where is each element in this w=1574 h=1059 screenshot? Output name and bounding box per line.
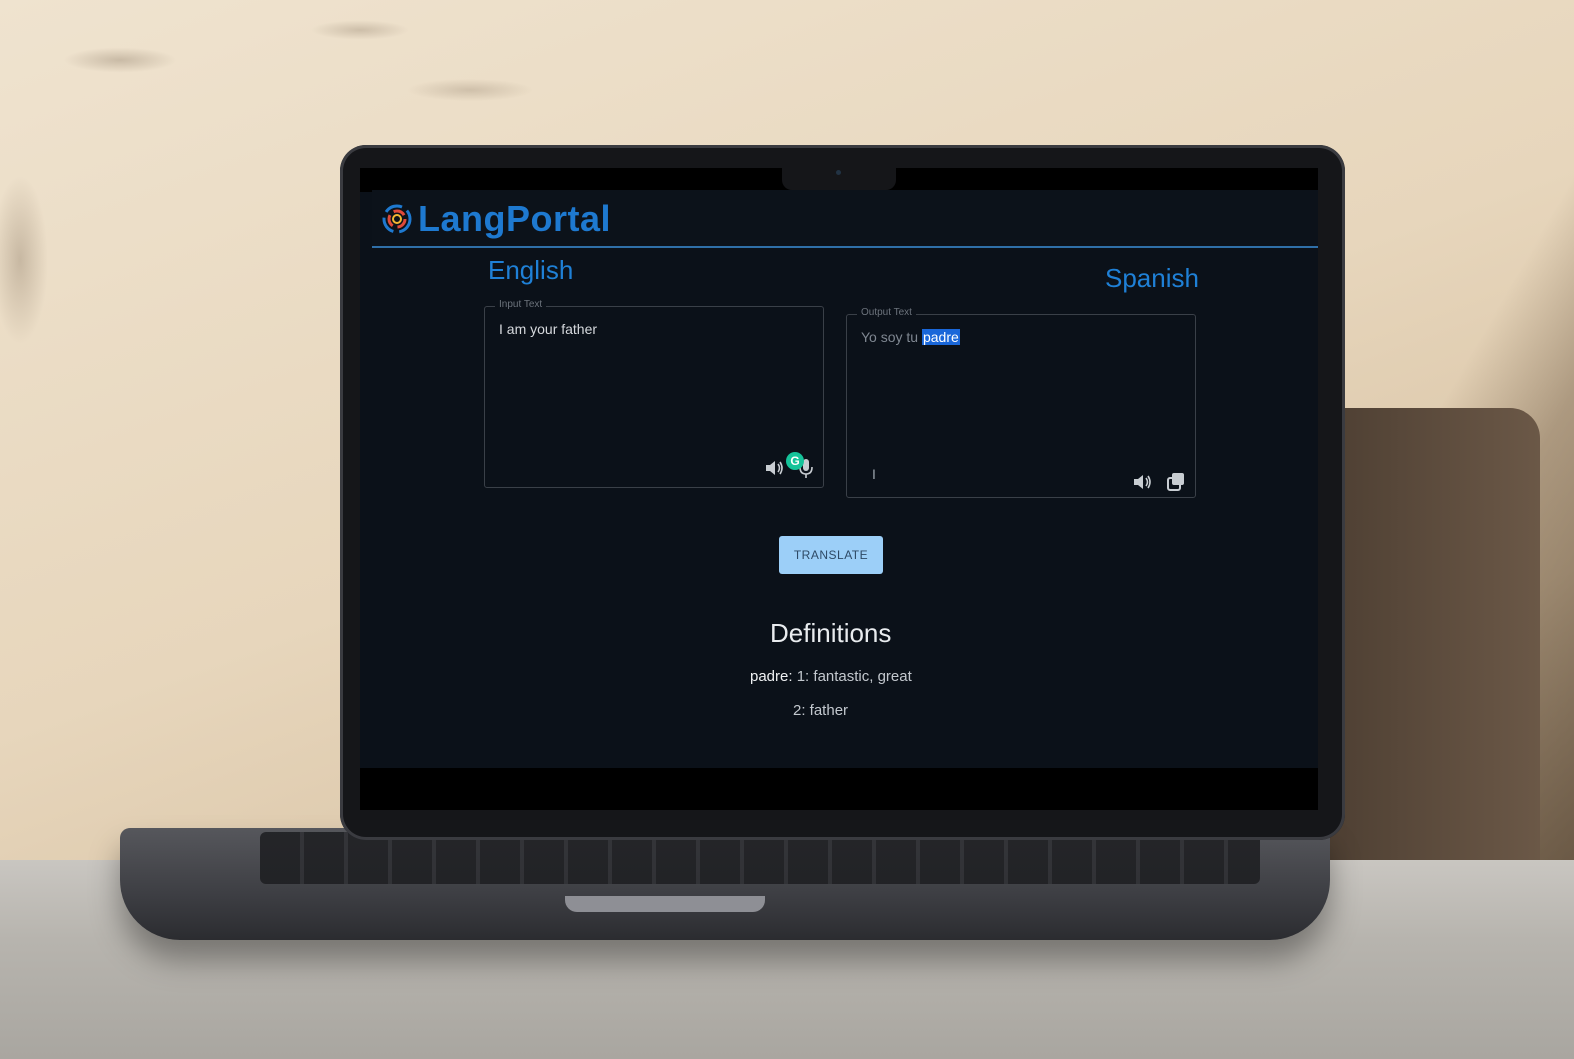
output-text-legend: Output Text: [857, 307, 916, 318]
output-text-selection[interactable]: padre: [921, 329, 960, 345]
logo-icon: [382, 204, 412, 234]
screen-bottom-strip: [360, 768, 1318, 810]
definition-entry: padre: 1: fantastic, great: [750, 668, 912, 685]
input-text-legend: Input Text: [495, 299, 547, 310]
output-text-field[interactable]: Output Text Yo soy tu padre: [846, 307, 1196, 498]
copy-icon[interactable]: [1165, 471, 1187, 493]
speaker-icon[interactable]: [1131, 471, 1153, 493]
output-text-prefix: Yo soy tu: [861, 329, 922, 345]
output-text-value[interactable]: Yo soy tu padre: [861, 329, 960, 345]
app-header: LangPortal: [372, 190, 1318, 248]
translate-button[interactable]: TRANSLATE: [779, 536, 883, 574]
grammarly-icon[interactable]: G: [786, 452, 804, 470]
text-cursor-icon: I: [872, 466, 876, 482]
app-logo-title[interactable]: LangPortal: [418, 198, 611, 240]
input-text-value[interactable]: I am your father: [499, 321, 597, 337]
source-language-label[interactable]: English: [488, 255, 573, 286]
target-language-label[interactable]: Spanish: [1105, 263, 1199, 294]
definitions-title: Definitions: [770, 618, 892, 648]
definition-entry: 2: father: [793, 702, 849, 719]
camera-icon: [836, 170, 841, 175]
input-text-field[interactable]: Input Text I am your father: [484, 299, 824, 488]
laptop-screen: LangPortal English Spanish Input Text I …: [360, 168, 1318, 810]
definition-word: padre:: [750, 668, 793, 685]
speaker-icon[interactable]: [763, 457, 785, 479]
definition-text: 1: fantastic, great: [796, 668, 912, 685]
laptop-opening-notch: [565, 896, 765, 912]
